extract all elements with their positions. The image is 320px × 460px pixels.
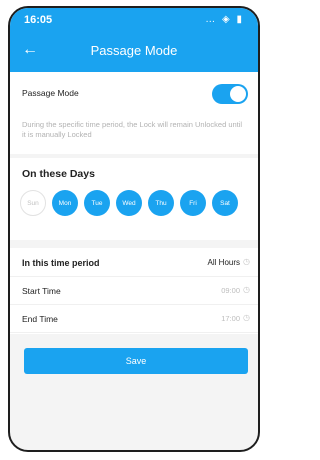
start-time-row[interactable]: Start Time 09:00 ◷ [10,278,258,305]
day-thu[interactable]: Thu [148,190,174,216]
day-sun[interactable]: Sun [20,190,46,216]
end-time-row[interactable]: End Time 17:00 ◷ [10,306,258,333]
nav-bar: ← Passage Mode [10,38,258,66]
passage-mode-toggle[interactable] [212,84,248,104]
battery-icon: ▮ [236,14,244,25]
day-mon[interactable]: Mon [52,190,78,216]
days-title: On these Days [22,168,95,180]
status-bar: 16:05 … ◈ ▮ [10,8,258,34]
clock-icon: ◷ [243,285,250,294]
day-tue[interactable]: Tue [84,190,110,216]
save-button[interactable]: Save [24,348,248,374]
time-period-value: All Hours [207,258,240,267]
passage-mode-section: Passage Mode During the specific time pe… [10,72,258,154]
phone-frame: 16:05 … ◈ ▮ ← Passage Mode Passage Mode … [8,6,260,452]
day-fri[interactable]: Fri [180,190,206,216]
status-icons: … ◈ ▮ [205,14,244,25]
start-time-label: Start Time [22,286,61,296]
time-period-row[interactable]: In this time period All Hours ◷ [10,250,258,277]
passage-mode-description: During the specific time period, the Loc… [22,120,243,139]
day-wed[interactable]: Wed [116,190,142,216]
days-row: Sun Mon Tue Wed Thu Fri Sat [20,190,258,218]
wifi-icon: ◈ [222,14,232,25]
day-sat[interactable]: Sat [212,190,238,216]
clock-icon: ◷ [243,313,250,322]
days-section: On these Days Sun Mon Tue Wed Thu Fri Sat [10,158,258,240]
end-time-label: End Time [22,314,58,324]
signal-icon: … [205,14,218,25]
toggle-knob [230,86,246,102]
end-time-value: 17:00 [221,314,240,323]
app-header: 16:05 … ◈ ▮ ← Passage Mode [10,8,258,72]
time-period-section: In this time period All Hours ◷ Start Ti… [10,248,258,334]
start-time-value: 09:00 [221,286,240,295]
page-title: Passage Mode [90,43,178,58]
time-period-label: In this time period [22,258,100,268]
status-time: 16:05 [24,14,53,26]
passage-mode-label: Passage Mode [22,88,79,98]
clock-icon: ◷ [243,257,250,266]
